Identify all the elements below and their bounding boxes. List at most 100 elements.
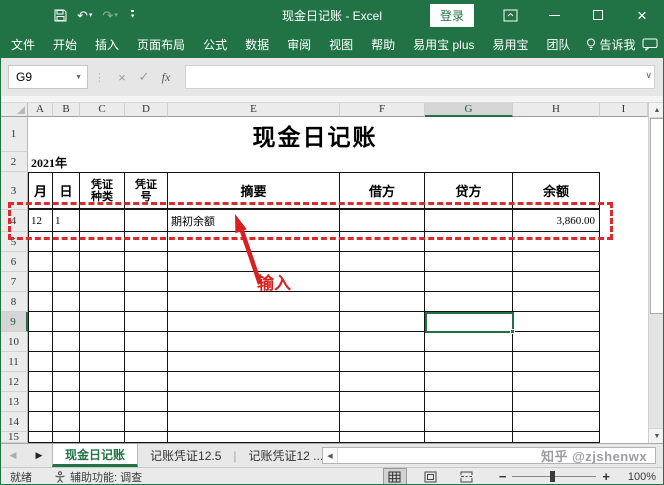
empty-cell[interactable] [125, 432, 168, 443]
cell-summary[interactable]: 期初余额 [168, 210, 340, 232]
empty-cell[interactable] [425, 272, 513, 292]
empty-cell[interactable] [80, 432, 125, 443]
empty-cell[interactable] [28, 312, 53, 332]
tab-insert[interactable]: 插入 [86, 30, 128, 58]
column-header-i[interactable]: I [600, 103, 648, 117]
empty-cell[interactable] [125, 332, 168, 352]
empty-cell[interactable] [53, 412, 80, 432]
row-header-2[interactable]: 2 [0, 152, 28, 172]
empty-cell[interactable] [53, 332, 80, 352]
undo-button[interactable]: ↶▾ [73, 7, 96, 24]
expand-formula-bar-icon[interactable]: ∨ [645, 70, 652, 81]
empty-cell[interactable] [53, 432, 80, 443]
tab-formulas[interactable]: 公式 [194, 30, 236, 58]
empty-cell[interactable] [53, 312, 80, 332]
scroll-down-button[interactable]: ▼ [649, 428, 664, 443]
row-header-10[interactable]: 10 [0, 332, 28, 352]
empty-cell[interactable] [28, 352, 53, 372]
empty-cell[interactable] [513, 392, 600, 412]
empty-cell[interactable] [168, 432, 340, 443]
empty-cell[interactable] [425, 252, 513, 272]
empty-cell[interactable] [28, 332, 53, 352]
empty-cell[interactable] [513, 412, 600, 432]
scroll-up-button[interactable]: ▲ [649, 103, 664, 118]
empty-cell[interactable] [340, 392, 425, 412]
empty-cell[interactable] [425, 292, 513, 312]
cancel-button[interactable]: × [111, 66, 133, 88]
tab-help[interactable]: 帮助 [362, 30, 404, 58]
page-break-view-button[interactable] [455, 468, 479, 485]
minimize-button[interactable] [532, 0, 576, 30]
empty-cell[interactable] [80, 292, 125, 312]
empty-cell[interactable] [425, 232, 513, 252]
tab-data[interactable]: 数据 [236, 30, 278, 58]
cell-balance[interactable]: 3,860.00 [513, 210, 600, 232]
column-header-d[interactable]: D [125, 103, 168, 117]
empty-cell[interactable] [340, 272, 425, 292]
row-header-14[interactable]: 14 [0, 412, 28, 432]
empty-cell[interactable] [125, 252, 168, 272]
select-all-button[interactable] [0, 103, 28, 117]
row-header-8[interactable]: 8 [0, 292, 28, 312]
empty-cell[interactable] [80, 372, 125, 392]
column-header-f[interactable]: F [340, 103, 425, 117]
row-header-11[interactable]: 11 [0, 352, 28, 372]
accessibility-status[interactable]: 辅助功能: 调查 [54, 469, 142, 485]
tell-me-button[interactable]: 告诉我 [580, 30, 642, 58]
row-header-4[interactable]: 4 [0, 210, 28, 232]
empty-cell[interactable] [340, 352, 425, 372]
tab-review[interactable]: 审阅 [278, 30, 320, 58]
login-button[interactable]: 登录 [430, 4, 474, 27]
customize-qat-button[interactable]: ▾ [124, 8, 139, 22]
empty-cell[interactable] [53, 392, 80, 412]
empty-cell[interactable] [425, 412, 513, 432]
tab-yiyongbao-plus[interactable]: 易用宝 plus [404, 30, 483, 58]
name-box[interactable]: ▼ [8, 65, 88, 89]
horizontal-scrollbar[interactable]: ◀ [322, 447, 656, 464]
empty-cell[interactable] [513, 252, 600, 272]
empty-cell[interactable] [28, 232, 53, 252]
name-box-input[interactable] [9, 70, 61, 84]
empty-cell[interactable] [80, 352, 125, 372]
zoom-out-button[interactable]: − [493, 469, 513, 484]
empty-cell[interactable] [28, 252, 53, 272]
tab-home[interactable]: 开始 [44, 30, 86, 58]
empty-cell[interactable] [513, 332, 600, 352]
empty-cell[interactable] [168, 372, 340, 392]
empty-cell[interactable] [340, 372, 425, 392]
empty-cell[interactable] [425, 392, 513, 412]
cell-debit[interactable] [340, 210, 425, 232]
column-header-g[interactable]: G [425, 103, 513, 117]
empty-cell[interactable] [53, 372, 80, 392]
row-header-7[interactable]: 7 [0, 272, 28, 292]
empty-cell[interactable] [168, 252, 340, 272]
zoom-slider[interactable] [512, 468, 596, 485]
empty-cell[interactable] [53, 292, 80, 312]
sheet-tab-cash-journal[interactable]: 现金日记账 [52, 444, 138, 467]
column-header-b[interactable]: B [53, 103, 80, 117]
empty-cell[interactable] [340, 412, 425, 432]
empty-cell[interactable] [125, 372, 168, 392]
zoom-in-button[interactable]: + [596, 469, 616, 484]
row-header-1[interactable]: 1 [0, 117, 28, 152]
cell-credit[interactable] [425, 210, 513, 232]
row-header-13[interactable]: 13 [0, 392, 28, 412]
empty-cell[interactable] [53, 352, 80, 372]
empty-cell[interactable] [80, 392, 125, 412]
empty-cell[interactable] [53, 252, 80, 272]
row-header-6[interactable]: 6 [0, 252, 28, 272]
sheet-tab-voucher-12-5[interactable]: 记账凭证12.5 [138, 444, 233, 467]
empty-cell[interactable] [80, 272, 125, 292]
empty-cell[interactable] [28, 432, 53, 443]
empty-cell[interactable] [425, 332, 513, 352]
tab-yiyongbao[interactable]: 易用宝 [484, 30, 538, 58]
row-header-9[interactable]: 9 [0, 312, 28, 332]
cell-month[interactable]: 12 [28, 210, 53, 232]
empty-cell[interactable] [513, 312, 600, 332]
empty-cell[interactable] [80, 332, 125, 352]
empty-cell[interactable] [125, 352, 168, 372]
sheet-tab-voucher-12[interactable]: 记账凭证12 ... [237, 444, 336, 467]
enter-button[interactable]: ✓ [133, 66, 155, 88]
name-box-dropdown-icon[interactable]: ▼ [75, 74, 87, 81]
empty-cell[interactable] [168, 352, 340, 372]
